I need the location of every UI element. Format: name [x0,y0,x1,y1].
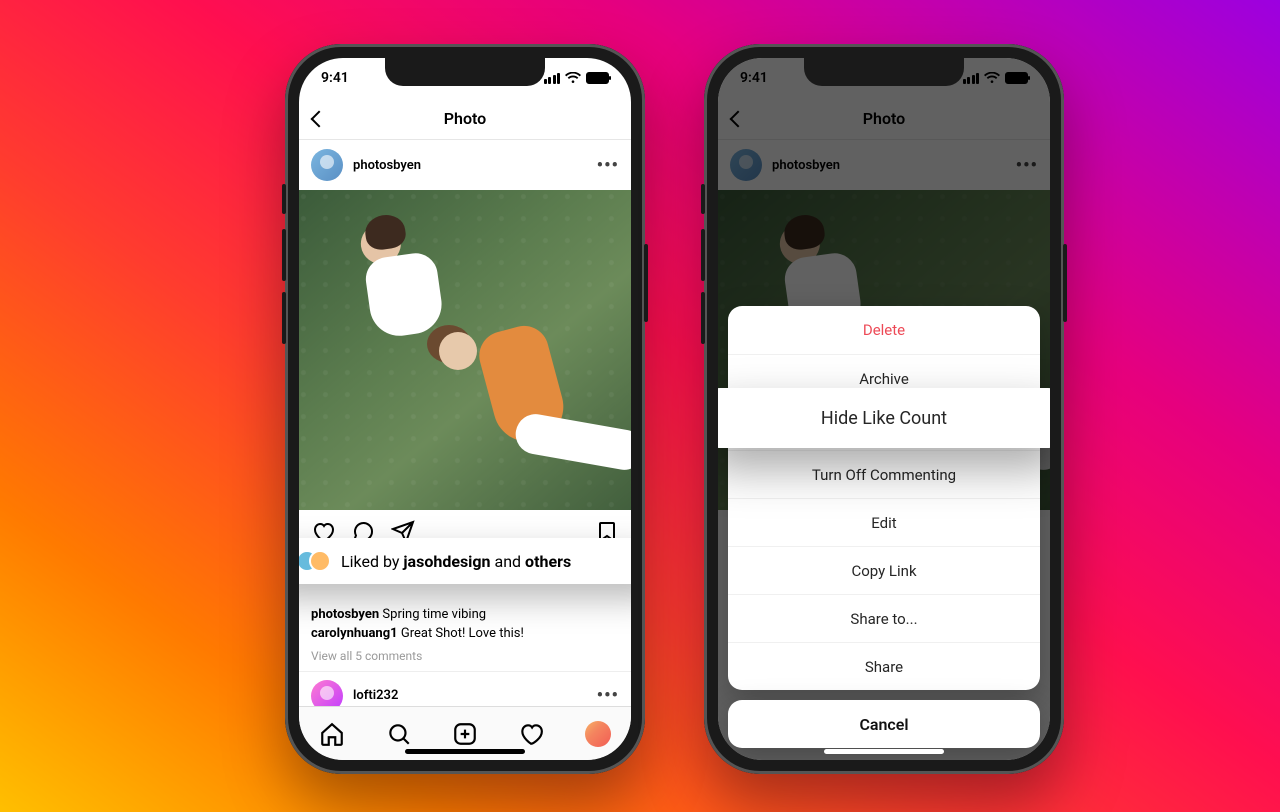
like-callout: Liked by jasohdesign and others [299,538,631,584]
battery-icon [586,72,609,84]
phone-mockup-right: 9:41 Photo photosbyen ••• [704,44,1064,774]
sheet-item-turn-off-commenting[interactable]: Turn Off Commenting [728,450,1040,498]
search-icon[interactable] [386,721,412,747]
nav-title: Photo [444,109,486,128]
caption-username[interactable]: photosbyen [311,607,379,622]
power-button [1063,244,1067,322]
second-post-username[interactable]: lofti232 [353,688,587,703]
status-time: 9:41 [321,70,349,86]
home-indicator [824,749,944,754]
profile-tab[interactable] [585,721,611,747]
comment-text: Great Shot! Love this! [398,626,524,641]
liker-avatars [299,550,331,572]
action-sheet: DeleteArchiveHide Like CountTurn Off Com… [728,306,1040,690]
sheet-item-copy-link[interactable]: Copy Link [728,546,1040,594]
back-icon[interactable] [311,110,328,127]
wifi-icon [565,72,581,84]
volume-up-button [282,229,286,281]
caption-row: photosbyen Spring time vibing [311,606,619,625]
view-all-comments[interactable]: View all 5 comments [311,648,619,665]
home-indicator [405,749,525,754]
post-username[interactable]: photosbyen [353,158,587,173]
cancel-label: Cancel [859,715,908,734]
hide-like-highlight[interactable]: Hide Like Count [718,388,1050,448]
sheet-item-edit[interactable]: Edit [728,498,1040,546]
notch [804,58,964,86]
mute-switch [282,184,286,214]
volume-down-button [282,292,286,344]
power-button [644,244,648,322]
mute-switch [701,184,705,214]
comment-row: carolynhuang1 Great Shot! Love this! [311,625,619,644]
nav-bar: Photo [299,98,631,140]
volume-down-button [701,292,705,344]
screen-right: 9:41 Photo photosbyen ••• [718,58,1050,760]
cancel-button[interactable]: Cancel [728,700,1040,748]
liked-user: jasohdesign [403,552,490,571]
avatar[interactable] [311,149,343,181]
liked-by-text[interactable]: Liked by jasohdesign and others [341,552,571,571]
caption-text: Spring time vibing [379,607,486,622]
post-image[interactable] [299,190,631,510]
add-post-icon[interactable] [452,721,478,747]
liked-middle: and [491,552,526,571]
sheet-item-delete[interactable]: Delete [728,306,1040,354]
more-options-icon[interactable]: ••• [597,155,619,176]
activity-icon[interactable] [518,721,544,747]
sheet-item-share-to[interactable]: Share to... [728,594,1040,642]
liked-prefix: Liked by [341,552,403,571]
hide-like-label: Hide Like Count [821,408,947,429]
status-indicators [542,72,609,84]
stage: 9:41 Photo photosbyen ••• [0,0,1280,812]
screen-left: 9:41 Photo photosbyen ••• [299,58,631,760]
sheet-item-share[interactable]: Share [728,642,1040,690]
notch [385,58,545,86]
figure-2 [439,310,631,470]
more-options-icon[interactable]: ••• [597,685,619,706]
volume-up-button [701,229,705,281]
action-sheet-wrap: DeleteArchiveHide Like CountTurn Off Com… [728,306,1040,748]
liked-others: others [525,552,571,571]
comment-username[interactable]: carolynhuang1 [311,626,398,641]
home-icon[interactable] [319,721,345,747]
cellular-icon [542,73,560,84]
post-header: photosbyen ••• [299,140,631,190]
phone-mockup-left: 9:41 Photo photosbyen ••• [285,44,645,774]
